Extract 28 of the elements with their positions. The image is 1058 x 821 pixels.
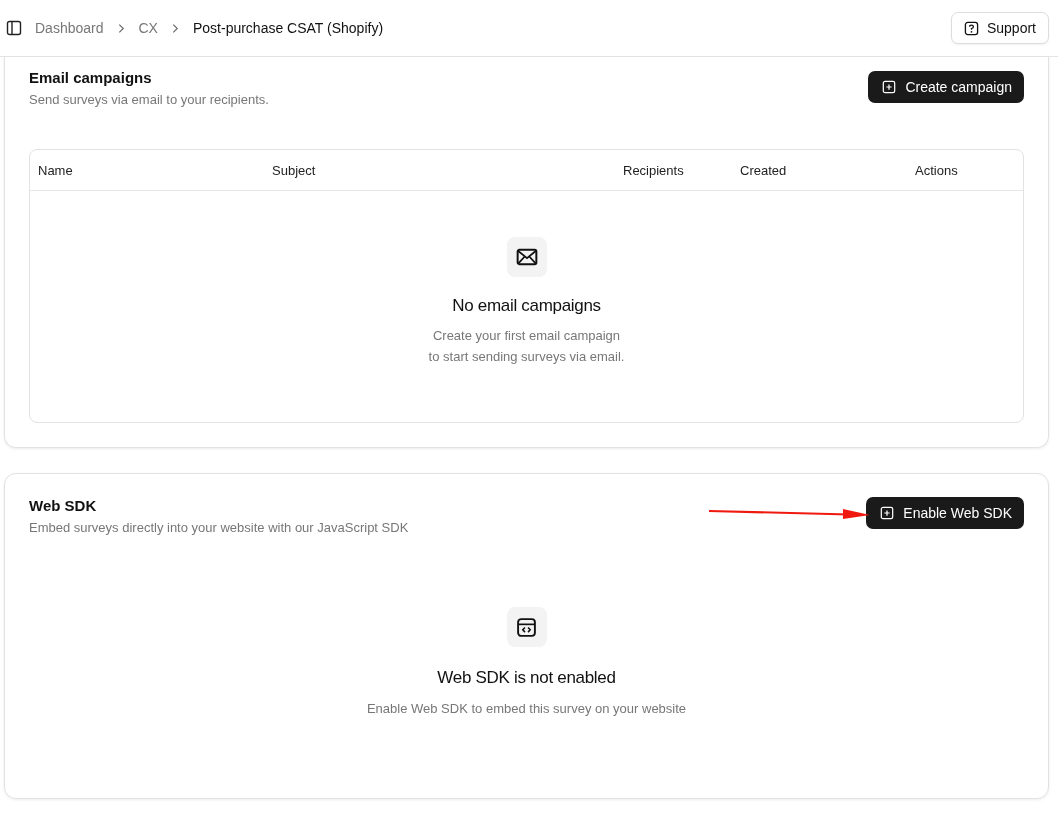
section-title: Web SDK [29,497,98,514]
breadcrumb-link[interactable]: CX [138,20,158,36]
help-icon [963,20,979,36]
code-window-icon [506,607,547,647]
column-header: Created [740,162,788,178]
column-header: Subject [272,162,317,178]
empty-state-text: to start sending surveys via email. [428,349,625,364]
empty-state-title: No email campaigns [452,296,601,316]
section-title: Email campaigns [29,69,153,86]
sidebar-toggle-icon[interactable] [6,20,22,36]
section-subtitle: Embed surveys directly into your website with our JavaScript SDK [29,520,409,535]
plus-square-icon [882,80,897,94]
support-button[interactable]: Support [950,12,1049,44]
breadcrumb-link[interactable]: Dashboard [35,20,104,36]
enable-web-sdk-button[interactable]: Enable Web SDK [866,497,1024,529]
chevron-right-icon [117,22,125,34]
column-header: Name [38,162,74,178]
section-subtitle: Send surveys via email to your recipients. [29,92,269,107]
create-campaign-button[interactable]: Create campaign [868,71,1024,103]
empty-state-text: Create your first email campaign [432,328,621,343]
breadcrumb-link[interactable]: Post-purchase CSAT (Shopify) [192,20,384,36]
chevron-right-icon [171,22,179,34]
plus-square-icon [880,506,895,520]
mail-icon [506,237,547,277]
column-header: Actions [915,162,959,178]
column-header: Recipients [623,162,685,178]
empty-state-title: Web SDK is not enabled [437,668,616,688]
empty-state-text: Enable Web SDK to embed this survey on your website [366,701,687,716]
